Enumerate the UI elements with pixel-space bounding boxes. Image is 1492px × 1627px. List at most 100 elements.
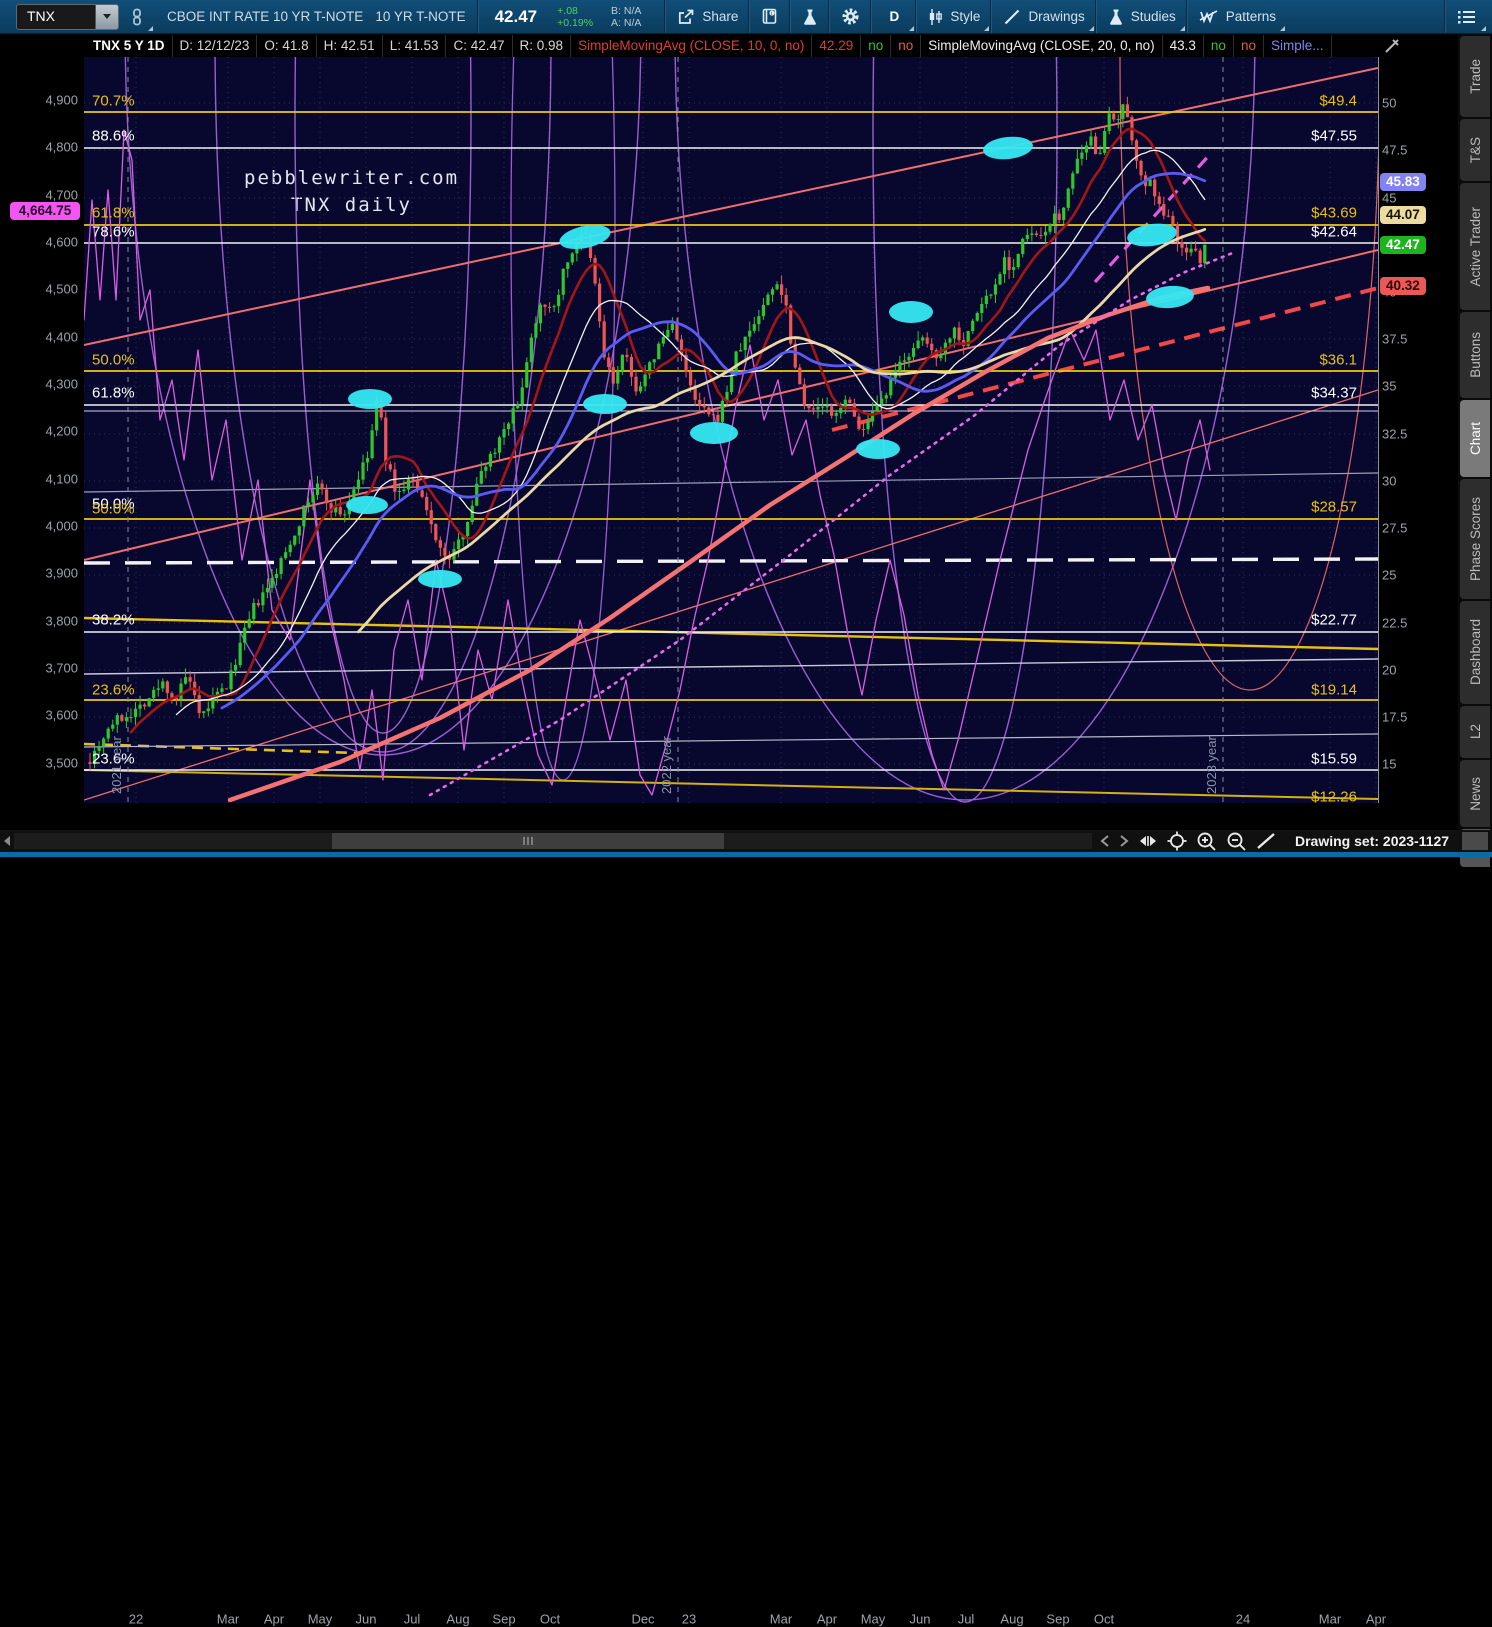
sma20-flag: no: [1203, 35, 1234, 57]
flask-icon: [1109, 9, 1122, 25]
drawings-label: Drawings: [1028, 9, 1085, 24]
time-axis-label: Jul: [403, 1611, 421, 1627]
share-button[interactable]: Share: [665, 0, 749, 33]
sidebar-tab-trade[interactable]: Trade: [1460, 36, 1490, 117]
sma20-value: 43.3: [1162, 35, 1204, 57]
sidebar-tab-label: Chart: [1467, 421, 1483, 455]
right-axis-tick: 45: [1382, 190, 1397, 206]
price-chart-canvas[interactable]: [84, 57, 1378, 803]
symbol-dropdown-arrow[interactable]: [95, 4, 118, 29]
chart-scroll-bar: Drawing set: 2023-1127: [0, 830, 1492, 852]
svg-text:i: i: [772, 11, 773, 17]
timeframe-label: D: [889, 9, 900, 24]
ask-value: A: N/A: [611, 16, 642, 29]
patterns-icon: [1199, 10, 1218, 24]
left-axis-tick: 4,600: [45, 234, 78, 250]
studies-button[interactable]: Studies: [1095, 0, 1187, 33]
report-icon: i: [763, 8, 777, 24]
time-axis-label: 22: [128, 1611, 144, 1627]
sidebar-tab-label: L2: [1467, 724, 1483, 740]
ohlc-field: D: 12/12/23: [172, 35, 258, 57]
right-axis-tick: 15: [1382, 756, 1397, 772]
zoom-in-icon[interactable]: [1196, 831, 1217, 852]
right-axis-tick: 17.5: [1382, 709, 1408, 725]
left-axis-tick: 4,400: [45, 329, 78, 345]
chevron-icon: [984, 26, 990, 31]
time-axis[interactable]: 22 Mar Apr May Jun Jul Aug Sep Oct Dec 23 Mar Apr May…: [0, 803, 1458, 1627]
sma10-flag: no: [861, 35, 892, 57]
drawing-set-label[interactable]: Drawing set: 2023-1127: [1295, 833, 1449, 849]
scrollbar-track[interactable]: [14, 833, 1092, 849]
left-axis-tick: 4,000: [45, 518, 78, 534]
sidebar-tab-t-s[interactable]: T&S: [1460, 119, 1490, 181]
step-right-icon[interactable]: [1119, 835, 1129, 847]
time-axis-label: Sep: [1046, 1611, 1070, 1627]
fit-width-icon[interactable]: [1138, 834, 1158, 848]
left-axis-tick: 3,800: [45, 613, 78, 629]
sidebar-tab-phase-scores[interactable]: Phase Scores: [1460, 479, 1490, 599]
sidebar-tab-label: News: [1467, 776, 1483, 811]
time-axis-label: Jun: [355, 1611, 377, 1627]
thinkorswim-window: { "toolbar": { "symbol": "TNX", "descrip…: [0, 0, 1492, 1627]
sidebar-tab-news[interactable]: News: [1460, 760, 1490, 827]
more-studies: Simple...: [1263, 35, 1332, 57]
settings-button[interactable]: [829, 0, 871, 33]
chevron-icon: [1179, 26, 1185, 31]
chevron-icon: [1280, 26, 1286, 31]
zoom-out-icon[interactable]: [1226, 831, 1247, 852]
link-symbol-button[interactable]: [119, 0, 155, 33]
time-axis-label: Oct: [539, 1611, 561, 1627]
time-axis-label: Apr: [1365, 1611, 1387, 1627]
sidebar-tab-label: Phase Scores: [1467, 496, 1483, 582]
style-button[interactable]: Style: [916, 0, 991, 33]
time-axis-label: Dec: [631, 1611, 655, 1627]
list-menu-icon: [1458, 10, 1475, 23]
scrollbar-thumb[interactable]: [332, 833, 724, 849]
time-axis-label: Mar: [1318, 1611, 1342, 1627]
right-axis-tick: 37.5: [1382, 331, 1408, 347]
report-button[interactable]: i: [749, 0, 790, 33]
link-icon: [133, 8, 141, 25]
left-axis-tick: 3,600: [45, 707, 78, 723]
chevron-down-icon: [103, 14, 111, 19]
right-gadget-tabs: Trade T&S Active Trader Buttons Chart Phase S…: [1458, 33, 1492, 867]
share-icon: [679, 9, 694, 24]
right-axis-tick: 20: [1382, 662, 1397, 678]
chart-style-icon: [930, 8, 943, 25]
ohlc-field: L: 41.53: [382, 35, 447, 57]
left-axis-tick: 4,500: [45, 281, 78, 297]
chevron-icon: [1481, 26, 1486, 31]
time-axis-label: Apr: [816, 1611, 838, 1627]
ohlc-field: C: 42.47: [446, 35, 513, 57]
chart-menu-button[interactable]: [1445, 0, 1488, 33]
chart-tools-icon[interactable]: [1383, 37, 1401, 60]
patterns-label: Patterns: [1225, 9, 1277, 24]
symbol-value[interactable]: TNX: [17, 5, 95, 29]
analyze-button[interactable]: [790, 0, 829, 33]
scroll-left-arrow[interactable]: [4, 836, 10, 846]
left-axis-tick: 4,900: [45, 92, 78, 108]
timeframe-button[interactable]: D: [871, 0, 916, 33]
right-axis-tick: 25: [1382, 567, 1397, 583]
drawings-button[interactable]: Drawings: [991, 0, 1095, 33]
sidebar-tab-chart[interactable]: Chart: [1460, 400, 1490, 477]
grip-icon: [531, 837, 533, 845]
sidebar-tab-dashboard[interactable]: Dashboard: [1460, 601, 1490, 704]
time-axis-label: Jul: [957, 1611, 975, 1627]
time-axis-label: Mar: [769, 1611, 793, 1627]
sidebar-tab-buttons[interactable]: Buttons: [1460, 312, 1490, 398]
time-axis-label: Oct: [1093, 1611, 1115, 1627]
gear-icon: [842, 8, 859, 25]
step-left-icon[interactable]: [1100, 835, 1110, 847]
symbol-input[interactable]: TNX: [16, 3, 119, 30]
patterns-button[interactable]: Patterns: [1186, 0, 1287, 33]
time-axis-label: Aug: [1000, 1611, 1024, 1627]
sma20-label: SimpleMovingAvg (CLOSE, 20, 0, no): [921, 35, 1163, 57]
sidebar-tab-active-trader[interactable]: Active Trader: [1460, 183, 1490, 310]
draw-line-icon[interactable]: [1256, 832, 1276, 850]
pencil-icon: [1005, 9, 1020, 24]
sidebar-tab-l2[interactable]: L2: [1460, 706, 1490, 758]
pan-crosshair-icon[interactable]: [1167, 831, 1187, 851]
sma10-label: SimpleMovingAvg (CLOSE, 10, 0, no): [571, 35, 813, 57]
chevron-icon: [148, 26, 153, 31]
